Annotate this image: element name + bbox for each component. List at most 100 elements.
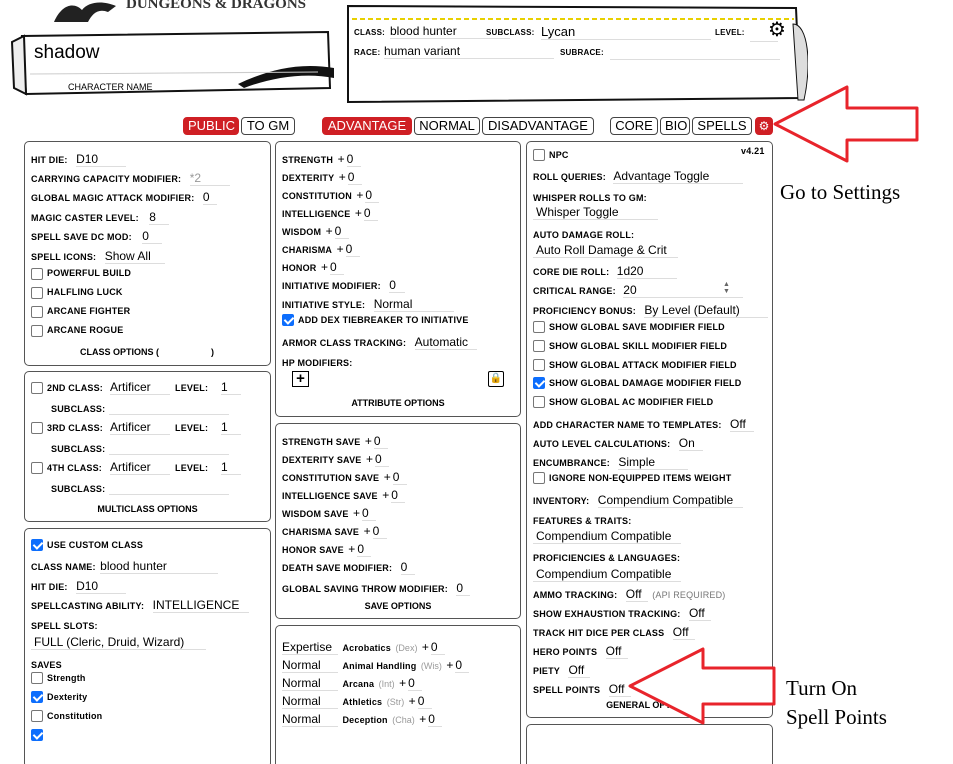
whisper-rolls-select[interactable]: Whisper Toggle bbox=[533, 205, 658, 220]
core-die-input[interactable]: 1d20 bbox=[616, 264, 677, 279]
to-gm-button[interactable]: TO GM bbox=[241, 117, 295, 135]
spellcasting-ability-select[interactable]: INTELLIGENCE bbox=[152, 598, 249, 613]
class4-subclass[interactable] bbox=[109, 480, 229, 495]
class2-select[interactable]: Artificer bbox=[110, 380, 170, 395]
skill-modifier-input[interactable]: 0 bbox=[430, 640, 445, 655]
tab-bio[interactable]: BIO bbox=[660, 117, 690, 135]
save-wis-input[interactable]: 0 bbox=[362, 506, 377, 521]
prof-languages-select[interactable]: Compendium Compatible bbox=[533, 567, 681, 582]
race-value[interactable]: human variant bbox=[384, 44, 554, 59]
skill-modifier-input[interactable]: 0 bbox=[417, 694, 432, 709]
class4-checkbox[interactable] bbox=[31, 462, 43, 474]
save-dexterity-checkbox[interactable] bbox=[31, 691, 43, 703]
class3-level[interactable]: 1 bbox=[221, 420, 241, 435]
add-hp-modifier-button[interactable]: + bbox=[292, 371, 309, 387]
public-button[interactable]: PUBLIC bbox=[183, 117, 239, 135]
tab-spells[interactable]: SPELLS bbox=[692, 117, 752, 135]
save-strength-checkbox[interactable] bbox=[31, 672, 43, 684]
init-style-select[interactable]: Normal bbox=[373, 297, 454, 312]
global-save-field-checkbox[interactable] bbox=[533, 321, 545, 333]
spell-slots-select[interactable]: FULL (Cleric, Druid, Wizard) bbox=[31, 635, 206, 650]
dex-tiebreaker-checkbox[interactable] bbox=[282, 314, 294, 326]
arcane-rogue-checkbox[interactable] bbox=[31, 325, 43, 337]
class4-select[interactable]: Artificer bbox=[110, 460, 170, 475]
class4-level[interactable]: 1 bbox=[221, 460, 241, 475]
attr-wisdom-input[interactable]: 0 bbox=[334, 224, 349, 239]
powerful-build-checkbox[interactable] bbox=[31, 268, 43, 280]
encumbrance-select[interactable]: Simple bbox=[618, 455, 689, 470]
settings-gear-button[interactable]: ⚙ bbox=[755, 117, 773, 135]
hit-die-select[interactable]: D10 bbox=[76, 152, 127, 167]
attr-intelligence-input[interactable]: 0 bbox=[363, 206, 378, 221]
ignore-weight-checkbox[interactable] bbox=[533, 472, 545, 484]
attr-honor-input[interactable]: 0 bbox=[329, 260, 344, 275]
skill-proficiency-select[interactable]: Expertise bbox=[282, 640, 338, 655]
class2-checkbox[interactable] bbox=[31, 382, 43, 394]
class3-subclass[interactable] bbox=[109, 440, 229, 455]
save-str-input[interactable]: 0 bbox=[373, 434, 388, 449]
class2-subclass[interactable] bbox=[109, 400, 229, 415]
attr-strength-input[interactable]: 0 bbox=[346, 152, 361, 167]
armor-tracking-select[interactable]: Automatic bbox=[414, 335, 477, 350]
skill-modifier-input[interactable]: 0 bbox=[408, 676, 423, 691]
global-attack-field-checkbox[interactable] bbox=[533, 359, 545, 371]
tab-core[interactable]: CORE bbox=[610, 117, 658, 135]
proficiency-bonus-select[interactable]: By Level (Default) bbox=[644, 303, 769, 318]
lock-icon[interactable]: 🔒 bbox=[488, 371, 504, 387]
critical-range-spinner[interactable]: ▲ ▼ bbox=[723, 281, 730, 295]
save-constitution-checkbox[interactable] bbox=[31, 710, 43, 722]
save-int-input[interactable]: 0 bbox=[391, 488, 406, 503]
npc-checkbox[interactable] bbox=[533, 149, 545, 161]
inventory-select[interactable]: Compendium Compatible bbox=[597, 493, 743, 508]
roll-queries-select[interactable]: Advantage Toggle bbox=[613, 169, 744, 184]
global-ac-field-checkbox[interactable] bbox=[533, 396, 545, 408]
gear-icon[interactable]: ⚙ bbox=[768, 20, 786, 40]
global-damage-field-checkbox[interactable] bbox=[533, 377, 545, 389]
subrace-field[interactable] bbox=[610, 44, 780, 60]
exhaustion-select[interactable]: Off bbox=[688, 606, 711, 621]
gma-input[interactable]: 0 bbox=[202, 190, 217, 205]
advantage-button[interactable]: ADVANTAGE bbox=[322, 117, 412, 135]
disadvantage-button[interactable]: DISADVANTAGE bbox=[482, 117, 594, 135]
global-skill-field-checkbox[interactable] bbox=[533, 340, 545, 352]
save-con-input[interactable]: 0 bbox=[392, 470, 407, 485]
character-name-value[interactable]: shadow bbox=[34, 42, 100, 64]
use-custom-class-checkbox[interactable] bbox=[31, 539, 43, 551]
mcl-input[interactable]: 8 bbox=[149, 210, 170, 225]
global-save-input[interactable]: 0 bbox=[456, 581, 471, 596]
save-honor-input[interactable]: 0 bbox=[357, 542, 372, 557]
skill-proficiency-select[interactable]: Normal bbox=[282, 676, 338, 691]
skill-proficiency-select[interactable]: Normal bbox=[282, 694, 338, 709]
save-intelligence-checkbox[interactable] bbox=[31, 729, 43, 741]
init-mod-input[interactable]: 0 bbox=[389, 278, 406, 293]
skill-modifier-input[interactable]: 0 bbox=[455, 658, 470, 673]
attr-constitution-input[interactable]: 0 bbox=[365, 188, 380, 203]
skill-proficiency-select[interactable]: Normal bbox=[282, 658, 338, 673]
arcane-fighter-checkbox[interactable] bbox=[31, 306, 43, 318]
skill-modifier-input[interactable]: 0 bbox=[428, 712, 443, 727]
class3-select[interactable]: Artificer bbox=[110, 420, 170, 435]
piety-select[interactable]: Off bbox=[568, 663, 591, 678]
custom-hit-die-select[interactable]: D10 bbox=[76, 579, 127, 594]
features-traits-select[interactable]: Compendium Compatible bbox=[533, 529, 681, 544]
halfling-luck-checkbox[interactable] bbox=[31, 287, 43, 299]
death-save-input[interactable]: 0 bbox=[400, 560, 415, 575]
auto-damage-select[interactable]: Auto Roll Damage & Crit bbox=[533, 243, 678, 258]
spell-icons-select[interactable]: Show All bbox=[104, 249, 165, 264]
class2-level[interactable]: 1 bbox=[221, 380, 241, 395]
attr-charisma-input[interactable]: 0 bbox=[345, 242, 360, 257]
ssdc-input[interactable]: 0 bbox=[142, 229, 163, 244]
subclass-value[interactable]: Lycan bbox=[541, 24, 711, 40]
custom-class-name-input[interactable]: blood hunter bbox=[100, 559, 219, 574]
class3-checkbox[interactable] bbox=[31, 422, 43, 434]
ammo-tracking-select[interactable]: Off bbox=[625, 587, 648, 602]
normal-button[interactable]: NORMAL bbox=[414, 117, 480, 135]
carry-input[interactable]: *2 bbox=[189, 171, 230, 186]
attr-dexterity-input[interactable]: 0 bbox=[347, 170, 362, 185]
auto-level-select[interactable]: On bbox=[678, 436, 703, 451]
name-templates-select[interactable]: Off bbox=[730, 417, 755, 432]
hit-dice-select[interactable]: Off bbox=[672, 625, 695, 640]
skill-proficiency-select[interactable]: Normal bbox=[282, 712, 338, 727]
save-dex-input[interactable]: 0 bbox=[374, 452, 389, 467]
save-cha-input[interactable]: 0 bbox=[372, 524, 387, 539]
